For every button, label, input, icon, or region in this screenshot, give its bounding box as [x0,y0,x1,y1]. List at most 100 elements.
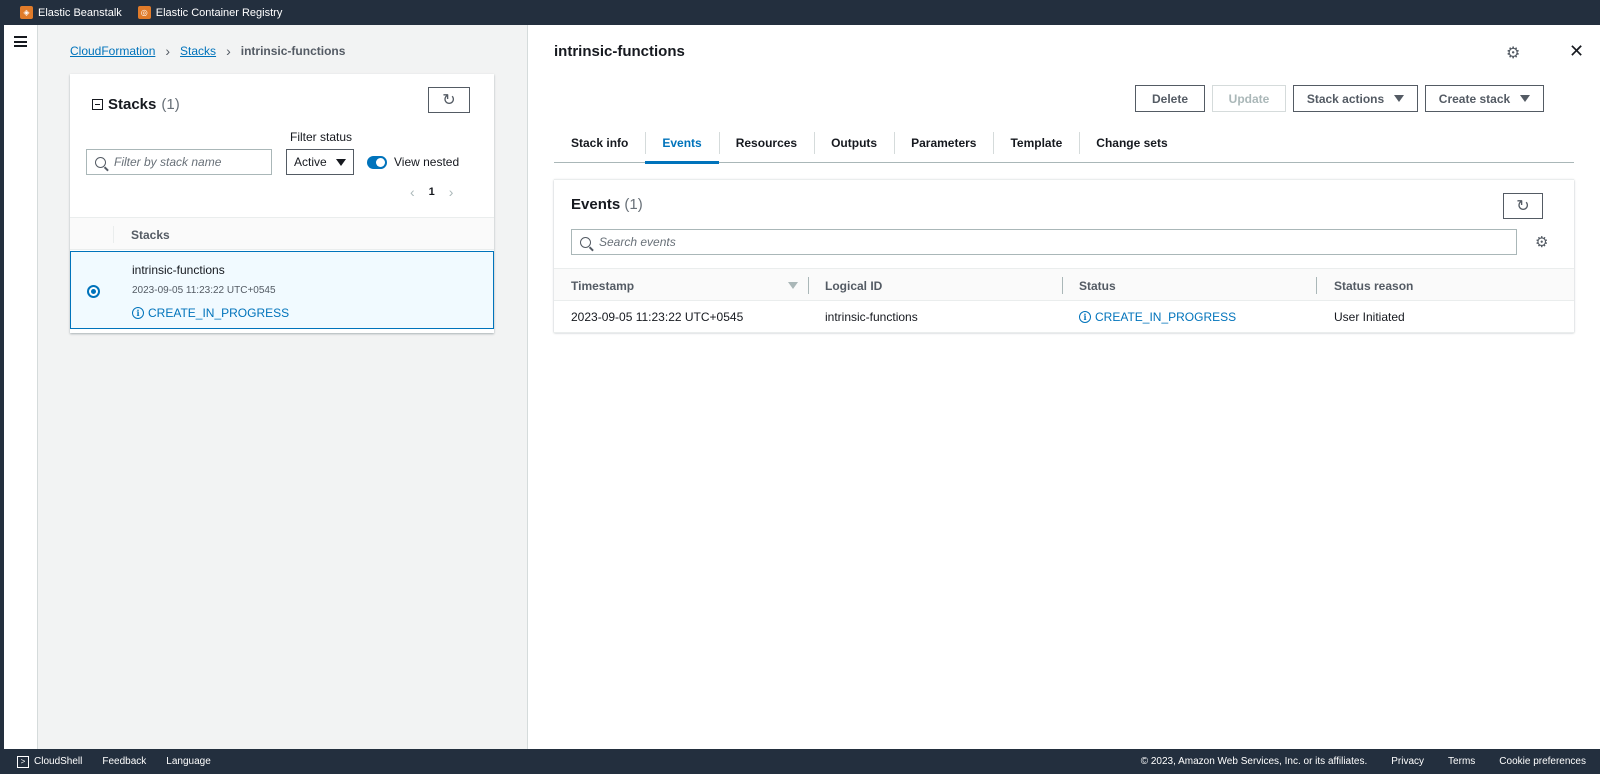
favorites-bar: ◈ Elastic Beanstalk ◎ Elastic Container … [0,0,1600,25]
info-icon: i [132,307,144,319]
filter-status-value: Active [294,155,327,169]
stacks-count: (1) [161,96,180,113]
console-footer: > CloudShell Feedback Language © 2023, A… [0,749,1600,774]
view-nested: View nested [367,155,459,169]
cookie-preferences-link[interactable]: Cookie preferences [1499,756,1586,767]
detail-tabs: Stack info Events Resources Outputs Para… [554,122,1574,164]
event-timestamp: 2023-09-05 11:23:22 UTC+0545 [571,310,744,324]
event-status: i CREATE_IN_PROGRESS [1079,310,1236,324]
stack-actions-label: Stack actions [1306,91,1385,106]
feedback-link[interactable]: Feedback [102,756,146,767]
page-title: intrinsic-functions [554,43,685,60]
tab-template[interactable]: Template [993,122,1079,163]
events-heading: Events (1) [571,196,643,213]
events-search-box [571,229,1517,255]
table-row: 2023-09-05 11:23:22 UTC+0545 intrinsic-f… [554,301,1574,333]
column-header-timestamp[interactable]: Timestamp [571,279,634,293]
stack-filter-box [86,149,272,175]
filter-status-label: Filter status [290,130,353,144]
column-separator [1316,277,1317,294]
events-table-header: Timestamp Logical ID Status Status reaso… [554,268,1574,301]
chevron-right-icon: › [165,43,171,59]
stack-filter-input[interactable] [114,155,271,169]
language-link[interactable]: Language [166,756,211,767]
event-logical-id: intrinsic-functions [825,310,918,324]
cloudshell-label: CloudShell [34,756,83,767]
page-number[interactable]: 1 [429,186,435,198]
refresh-events-button[interactable]: ↻ [1503,193,1543,219]
column-header-status[interactable]: Status [1079,279,1116,293]
favorite-elastic-beanstalk[interactable]: ◈ Elastic Beanstalk [20,6,122,19]
copyright-text: © 2023, Amazon Web Services, Inc. or its… [1140,756,1368,767]
view-nested-toggle[interactable] [367,155,387,169]
breadcrumb-cloudformation[interactable]: CloudFormation [70,44,155,58]
event-status-text: CREATE_IN_PROGRESS [1095,310,1237,324]
tab-resources[interactable]: Resources [718,122,814,163]
column-header-stacks: Stacks [131,228,170,242]
gear-icon[interactable]: ⚙ [1506,43,1520,63]
tab-stack-info[interactable]: Stack info [554,122,645,163]
chevron-right-icon: › [226,43,231,59]
events-count: (1) [624,196,643,213]
caret-down-icon [336,158,346,166]
tab-parameters[interactable]: Parameters [894,122,993,163]
ecr-icon: ◎ [137,6,151,19]
delete-button[interactable]: Delete [1135,85,1205,112]
stack-radio[interactable] [87,285,100,298]
tab-outputs[interactable]: Outputs [814,122,894,163]
filter-status-select[interactable]: Active [286,149,354,175]
stack-name: intrinsic-functions [132,263,225,277]
collapse-icon[interactable] [92,99,103,110]
breadcrumb-current: intrinsic-functions [240,44,346,58]
gear-icon[interactable]: ⚙ [1535,233,1548,251]
favorite-label: Elastic Container Registry [155,6,283,19]
stacks-heading: Stacks (1) [92,96,180,113]
tab-change-sets[interactable]: Change sets [1079,122,1184,163]
create-stack-label: Create stack [1438,91,1511,106]
breadcrumb: CloudFormation › Stacks › intrinsic-func… [70,44,345,58]
event-status-reason: User Initiated [1334,310,1405,324]
column-separator [808,277,809,294]
column-separator [113,226,114,243]
create-stack-button[interactable]: Create stack [1425,85,1544,112]
favorite-label: Elastic Beanstalk [38,6,122,19]
events-search-input[interactable] [599,235,1442,249]
refresh-icon: ↻ [442,92,456,109]
hamburger-menu-icon[interactable] [14,36,27,47]
caret-down-icon [1520,95,1531,102]
column-separator [1062,277,1063,294]
stacks-table-header: Stacks [70,217,494,250]
stack-detail-panel: intrinsic-functions ⚙ ✕ Delete Update St… [529,25,1600,749]
beanstalk-icon: ◈ [20,6,33,19]
stack-status-text: CREATE_IN_PROGRESS [148,306,290,320]
terms-link[interactable]: Terms [1448,756,1475,767]
update-button: Update [1212,85,1286,112]
stacks-card: Stacks (1) ↻ Filter status Active View n… [70,74,494,333]
cloudshell-link[interactable]: > CloudShell [17,755,83,768]
side-navigation [0,25,38,749]
terminal-icon: > [17,755,29,768]
events-title: Events [571,196,621,213]
sort-descending-icon[interactable] [788,282,798,289]
pagination: ‹ 1 › [410,184,453,200]
chevron-left-icon[interactable]: ‹ [410,184,415,200]
breadcrumb-stacks[interactable]: Stacks [180,44,216,58]
events-card: Events (1) ↻ ⚙ Timestamp Logical ID Stat… [554,179,1574,333]
view-nested-label: View nested [394,155,460,169]
stack-status: i CREATE_IN_PROGRESS [132,306,289,320]
favorite-ecr[interactable]: ◎ Elastic Container Registry [137,6,283,19]
stack-actions-button[interactable]: Stack actions [1293,85,1418,112]
caret-down-icon [1394,95,1405,102]
chevron-right-icon[interactable]: › [449,184,454,200]
info-icon: i [1079,311,1091,323]
tab-events[interactable]: Events [645,122,720,164]
privacy-link[interactable]: Privacy [1391,756,1424,767]
stack-row[interactable]: intrinsic-functions 2023-09-05 11:23:22 … [70,251,494,329]
refresh-stacks-button[interactable]: ↻ [428,87,470,113]
refresh-icon: ↻ [1516,198,1530,215]
search-icon [580,236,591,248]
close-icon[interactable]: ✕ [1569,41,1584,62]
column-header-logical-id[interactable]: Logical ID [825,279,882,293]
column-header-status-reason[interactable]: Status reason [1334,279,1413,293]
stack-timestamp: 2023-09-05 11:23:22 UTC+0545 [132,285,276,296]
